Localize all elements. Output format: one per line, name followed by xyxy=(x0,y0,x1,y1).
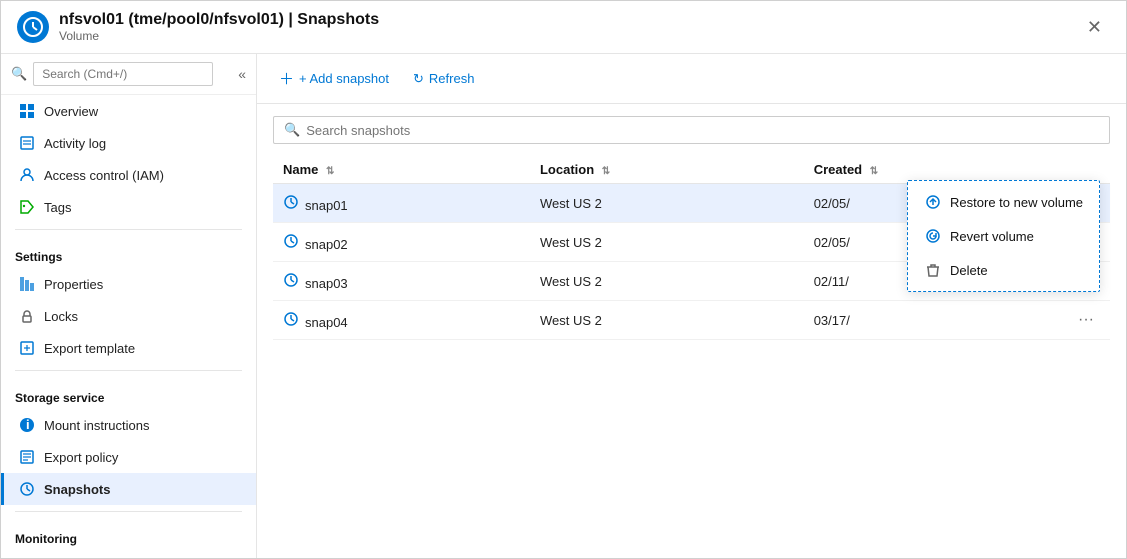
log-icon xyxy=(18,134,36,152)
sidebar-item-tags[interactable]: Tags xyxy=(1,191,256,223)
table-row[interactable]: snap04 West US 2 03/17/ ··· xyxy=(273,301,1110,340)
sidebar-item-access-control[interactable]: Access control (IAM) xyxy=(1,159,256,191)
content-area: ＋ + Add snapshot ↻ Refresh 🔍 xyxy=(257,54,1126,558)
locks-icon xyxy=(18,307,36,325)
toolbar: ＋ + Add snapshot ↻ Refresh xyxy=(257,54,1126,104)
context-menu-revert[interactable]: Revert volume xyxy=(908,219,1099,253)
iam-icon xyxy=(18,166,36,184)
window-title: nfsvol01 (tme/pool0/nfsvol01) | Snapshot… xyxy=(59,11,379,29)
cell-name: snap03 xyxy=(273,262,530,301)
sort-name-icon[interactable]: ⇅ xyxy=(326,166,334,177)
cell-more: ··· xyxy=(1060,301,1110,340)
restore-icon xyxy=(924,193,942,211)
title-text: nfsvol01 (tme/pool0/nfsvol01) | Snapshot… xyxy=(59,11,379,43)
sidebar-item-locks[interactable]: Locks xyxy=(1,300,256,332)
sidebar-label-mount-instructions: Mount instructions xyxy=(44,418,150,433)
sidebar-search-bar: 🔍 « xyxy=(1,54,256,95)
search-icon: 🔍 xyxy=(11,66,27,82)
sidebar-item-mount-instructions[interactable]: i Mount instructions xyxy=(1,409,256,441)
delete-icon xyxy=(924,261,942,279)
sort-location-icon[interactable]: ⇅ xyxy=(602,166,610,177)
main-layout: 🔍 « Overview Activity log xyxy=(1,54,1126,558)
revert-icon xyxy=(924,227,942,245)
cell-location: West US 2 xyxy=(530,184,804,223)
close-button[interactable]: ✕ xyxy=(1079,13,1110,42)
sidebar-label-locks: Locks xyxy=(44,309,78,324)
sidebar-item-metrics[interactable]: Metrics xyxy=(1,550,256,558)
cell-name: snap01 xyxy=(273,184,530,223)
sidebar: 🔍 « Overview Activity log xyxy=(1,54,257,558)
sidebar-label-export-template: Export template xyxy=(44,341,135,356)
row-snapshot-icon xyxy=(283,311,299,327)
sidebar-label-export-policy: Export policy xyxy=(44,450,118,465)
refresh-label: Refresh xyxy=(429,71,475,86)
tags-icon xyxy=(18,198,36,216)
section-label-storage: Storage service xyxy=(1,377,256,409)
context-revert-label: Revert volume xyxy=(950,229,1034,244)
sidebar-search-input[interactable] xyxy=(33,62,213,86)
row-snapshot-icon xyxy=(283,233,299,249)
cell-name: snap02 xyxy=(273,223,530,262)
sidebar-label-properties: Properties xyxy=(44,277,103,292)
snapshot-search-bar: 🔍 xyxy=(273,116,1110,144)
add-icon: ＋ xyxy=(279,68,294,89)
context-delete-label: Delete xyxy=(950,263,988,278)
divider-storage xyxy=(15,370,242,371)
info-icon: i xyxy=(18,416,36,434)
sidebar-label-access-control: Access control (IAM) xyxy=(44,168,164,183)
context-restore-label: Restore to new volume xyxy=(950,195,1083,210)
title-bar: nfsvol01 (tme/pool0/nfsvol01) | Snapshot… xyxy=(1,1,1126,54)
cell-created: 03/17/ xyxy=(804,301,1060,340)
snapshot-search-input[interactable] xyxy=(306,123,1099,138)
row-snapshot-icon xyxy=(283,194,299,210)
section-label-monitoring: Monitoring xyxy=(1,518,256,550)
collapse-icon[interactable]: « xyxy=(238,66,246,82)
sidebar-label-activity-log: Activity log xyxy=(44,136,106,151)
search-snapshots-icon: 🔍 xyxy=(284,122,300,138)
context-menu-delete[interactable]: Delete xyxy=(908,253,1099,287)
policy-icon xyxy=(18,448,36,466)
sidebar-item-export-template[interactable]: Export template xyxy=(1,332,256,364)
cell-location: West US 2 xyxy=(530,301,804,340)
table-area: 🔍 Name ⇅ Location ⇅ Created ⇅ xyxy=(257,104,1126,558)
context-menu: Restore to new volume Revert volume xyxy=(907,180,1100,292)
sidebar-label-tags: Tags xyxy=(44,200,71,215)
window-subtitle: Volume xyxy=(59,29,379,43)
cell-location: West US 2 xyxy=(530,262,804,301)
col-location: Location ⇅ xyxy=(530,156,804,184)
svg-text:i: i xyxy=(26,417,30,432)
context-menu-restore[interactable]: Restore to new volume xyxy=(908,185,1099,219)
sidebar-label-overview: Overview xyxy=(44,104,98,119)
refresh-button[interactable]: ↻ Refresh xyxy=(407,67,480,91)
sidebar-item-properties[interactable]: Properties xyxy=(1,268,256,300)
add-snapshot-label: + Add snapshot xyxy=(299,71,389,86)
metrics-icon xyxy=(18,557,36,558)
properties-icon xyxy=(18,275,36,293)
cell-name: snap04 xyxy=(273,301,530,340)
sidebar-item-snapshots[interactable]: Snapshots xyxy=(1,473,256,505)
sort-created-icon[interactable]: ⇅ xyxy=(870,166,878,177)
main-window: nfsvol01 (tme/pool0/nfsvol01) | Snapshot… xyxy=(0,0,1127,559)
sidebar-label-snapshots: Snapshots xyxy=(44,482,110,497)
table-wrapper: Name ⇅ Location ⇅ Created ⇅ snap01 West … xyxy=(273,156,1110,340)
sidebar-item-export-policy[interactable]: Export policy xyxy=(1,441,256,473)
refresh-icon: ↻ xyxy=(413,71,424,87)
sidebar-item-activity-log[interactable]: Activity log xyxy=(1,127,256,159)
divider-settings xyxy=(15,229,242,230)
col-name: Name ⇅ xyxy=(273,156,530,184)
more-options-button[interactable]: ··· xyxy=(1072,309,1100,331)
export-icon xyxy=(18,339,36,357)
add-snapshot-button[interactable]: ＋ + Add snapshot xyxy=(273,64,395,93)
row-snapshot-icon xyxy=(283,272,299,288)
sidebar-item-overview[interactable]: Overview xyxy=(1,95,256,127)
snapshot-icon xyxy=(18,480,36,498)
grid-icon xyxy=(18,102,36,120)
window-icon xyxy=(17,11,49,43)
section-label-settings: Settings xyxy=(1,236,256,268)
cell-location: West US 2 xyxy=(530,223,804,262)
divider-monitoring xyxy=(15,511,242,512)
